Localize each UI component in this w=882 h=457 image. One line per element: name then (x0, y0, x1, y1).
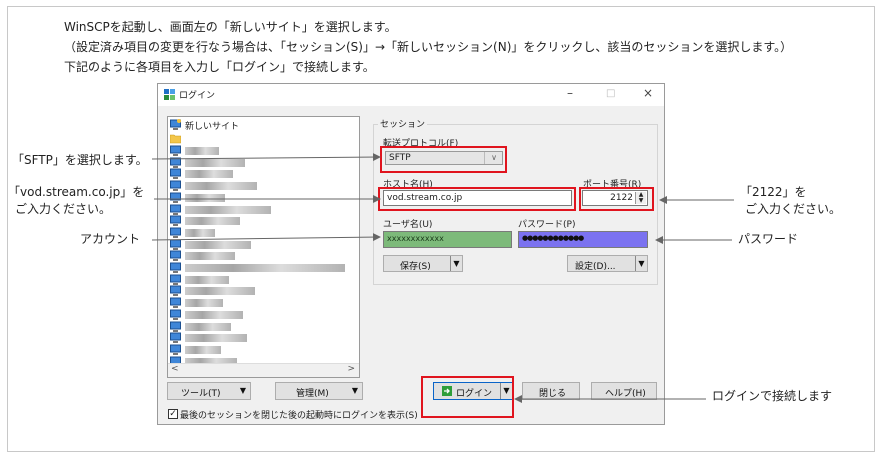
annotation-arrows (151, 153, 734, 403)
arrow-account (151, 233, 381, 242)
arrow-sftp (151, 153, 381, 162)
